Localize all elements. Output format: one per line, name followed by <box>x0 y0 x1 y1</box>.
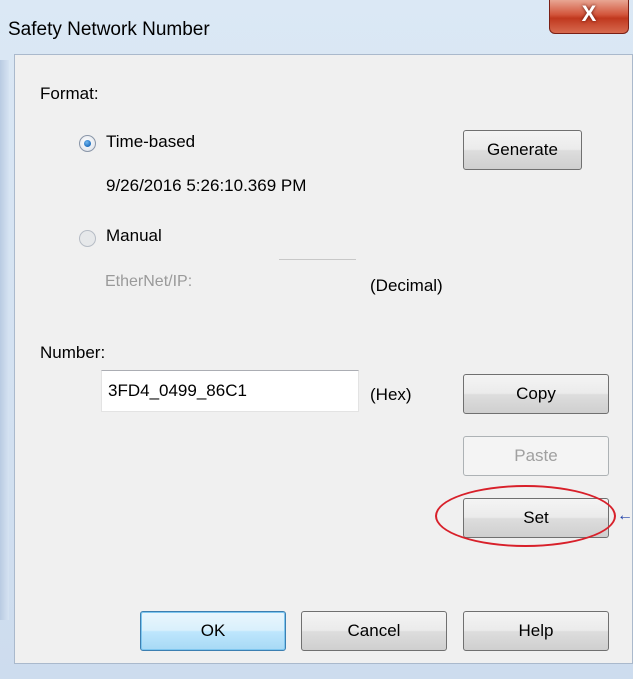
decimal-label: (Decimal) <box>370 276 443 295</box>
highlight-circle <box>435 485 616 547</box>
close-icon: X <box>581 1 597 26</box>
time-based-label[interactable]: Time-based <box>106 132 195 152</box>
format-label: Format: <box>40 84 99 103</box>
number-field[interactable]: 3FD4_0499_86C1 <box>101 370 359 412</box>
pointer-arrow-icon: ← <box>617 507 633 524</box>
window-edge-right <box>633 0 639 679</box>
time-based-radio[interactable] <box>79 135 96 152</box>
copy-button[interactable]: Copy <box>463 374 609 414</box>
ethernet-ip-label: EtherNet/IP: <box>105 273 193 290</box>
time-based-value: 9/26/2016 5:26:10.369 PM <box>106 176 307 195</box>
paste-button[interactable]: Paste <box>463 436 609 476</box>
close-button[interactable]: X <box>549 0 629 34</box>
window-title: Safety Network Number <box>8 19 210 40</box>
manual-radio[interactable] <box>79 230 96 247</box>
number-label: Number: <box>40 343 106 362</box>
help-button[interactable]: Help <box>463 611 609 651</box>
window-edge <box>0 60 9 620</box>
hex-label: (Hex) <box>370 385 412 404</box>
ok-button[interactable]: OK <box>140 611 286 651</box>
generate-button[interactable]: Generate <box>463 130 582 170</box>
cancel-button[interactable]: Cancel <box>301 611 447 651</box>
ethernet-ip-field[interactable] <box>279 259 356 303</box>
manual-label[interactable]: Manual <box>106 226 162 246</box>
